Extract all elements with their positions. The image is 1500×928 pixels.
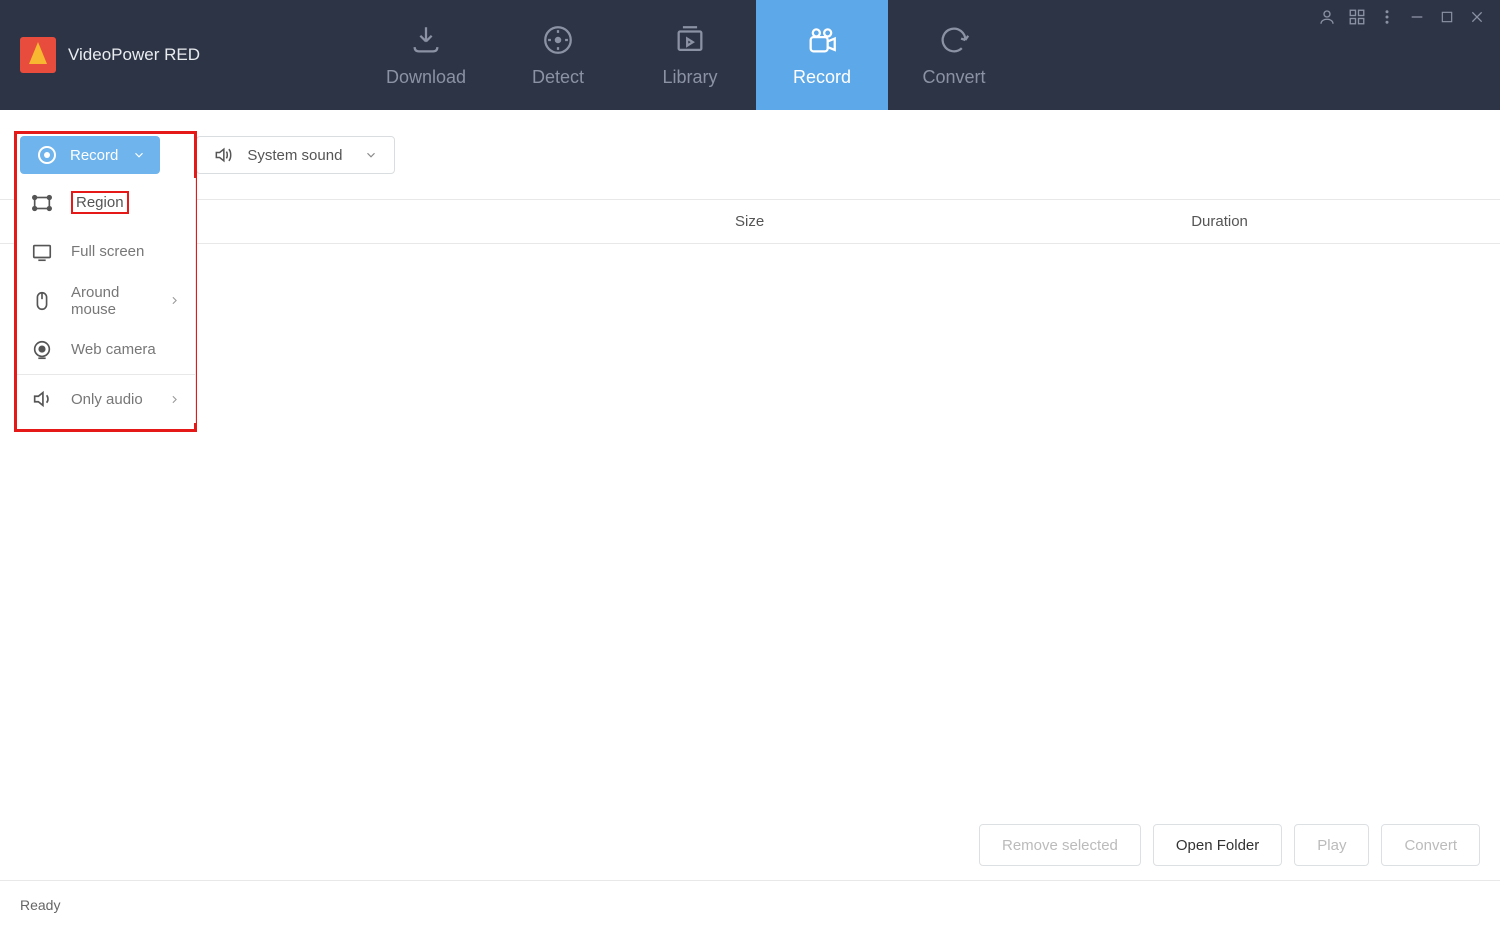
fullscreen-icon bbox=[31, 241, 53, 263]
remove-selected-button[interactable]: Remove selected bbox=[979, 824, 1141, 866]
chevron-right-icon bbox=[168, 393, 181, 406]
record-circle-icon bbox=[38, 146, 56, 164]
grid-icon[interactable] bbox=[1346, 6, 1368, 28]
dropdown-item-around-mouse[interactable]: Around mouse bbox=[17, 276, 195, 325]
dropdown-item-only-audio[interactable]: Only audio bbox=[17, 374, 195, 423]
region-icon bbox=[31, 192, 53, 214]
record-icon bbox=[805, 23, 839, 57]
detect-icon bbox=[541, 23, 575, 57]
maximize-button[interactable] bbox=[1436, 6, 1458, 28]
app-title: VideoPower RED bbox=[68, 45, 200, 65]
convert-button[interactable]: Convert bbox=[1381, 824, 1480, 866]
main-nav-tabs: Download Detect Library Record Convert bbox=[360, 0, 1020, 110]
library-icon bbox=[673, 23, 707, 57]
tab-label: Library bbox=[662, 67, 717, 88]
convert-icon bbox=[937, 23, 971, 57]
dropdown-item-webcam[interactable]: Web camera bbox=[17, 325, 195, 374]
dropdown-item-region[interactable]: Region bbox=[17, 178, 195, 227]
window-controls bbox=[1316, 6, 1488, 28]
tab-label: Convert bbox=[922, 67, 985, 88]
user-icon[interactable] bbox=[1316, 6, 1338, 28]
tab-record[interactable]: Record bbox=[756, 0, 888, 110]
dropdown-item-label: Only audio bbox=[71, 391, 143, 408]
chevron-right-icon bbox=[168, 294, 181, 307]
play-button[interactable]: Play bbox=[1294, 824, 1369, 866]
table-header-row: Size Duration bbox=[0, 200, 1500, 244]
tab-label: Record bbox=[793, 67, 851, 88]
menu-icon[interactable] bbox=[1376, 6, 1398, 28]
open-folder-button[interactable]: Open Folder bbox=[1153, 824, 1282, 866]
record-button[interactable]: Record bbox=[20, 136, 160, 174]
webcam-icon bbox=[31, 339, 53, 361]
column-header-size: Size bbox=[735, 213, 764, 230]
chevron-down-icon bbox=[132, 148, 146, 162]
close-button[interactable] bbox=[1466, 6, 1488, 28]
dropdown-item-label: Around mouse bbox=[71, 284, 150, 318]
tab-label: Detect bbox=[532, 67, 584, 88]
tab-convert[interactable]: Convert bbox=[888, 0, 1020, 110]
audio-icon bbox=[31, 388, 53, 410]
dropdown-item-label: Region bbox=[71, 191, 129, 214]
column-header-duration: Duration bbox=[1191, 213, 1248, 230]
record-mode-dropdown: Region Full screen Around mouse Web came… bbox=[17, 178, 196, 423]
app-logo-icon bbox=[20, 37, 56, 73]
tab-detect[interactable]: Detect bbox=[492, 0, 624, 110]
tab-download[interactable]: Download bbox=[360, 0, 492, 110]
chevron-down-icon bbox=[364, 148, 378, 162]
dropdown-item-fullscreen[interactable]: Full screen bbox=[17, 227, 195, 276]
logo-area: VideoPower RED bbox=[0, 0, 300, 110]
speaker-icon bbox=[213, 145, 233, 165]
status-bar: Ready bbox=[0, 880, 1500, 928]
status-text: Ready bbox=[20, 897, 60, 913]
mouse-icon bbox=[31, 290, 53, 312]
record-button-label: Record bbox=[70, 147, 118, 164]
tab-label: Download bbox=[386, 67, 466, 88]
toolbar: Record System sound bbox=[0, 110, 1500, 200]
sound-label: System sound bbox=[247, 147, 342, 164]
dropdown-item-label: Web camera bbox=[71, 341, 156, 358]
bottom-actions: Remove selected Open Folder Play Convert bbox=[979, 824, 1480, 866]
tab-library[interactable]: Library bbox=[624, 0, 756, 110]
sound-dropdown[interactable]: System sound bbox=[196, 136, 395, 174]
dropdown-item-label: Full screen bbox=[71, 243, 144, 260]
download-icon bbox=[409, 23, 443, 57]
minimize-button[interactable] bbox=[1406, 6, 1428, 28]
app-header: VideoPower RED Download Detect Library R bbox=[0, 0, 1500, 110]
